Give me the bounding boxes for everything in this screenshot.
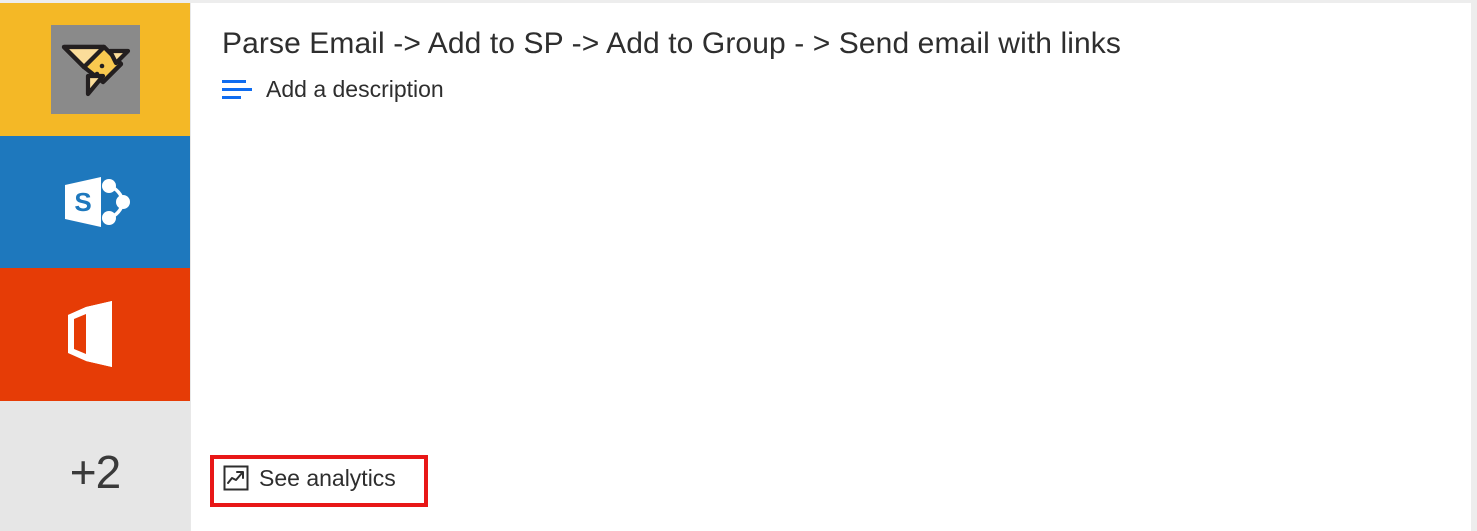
connector-tile-office365[interactable] [0, 268, 190, 401]
connector-strip: S +2 [0, 3, 191, 531]
see-analytics-label: See analytics [259, 464, 396, 491]
page-title: Parse Email -> Add to SP -> Add to Group… [222, 27, 1121, 60]
description-lines-icon [222, 78, 252, 100]
office-365-icon [68, 301, 112, 368]
flow-card[interactable]: S +2 Parse Email -> Add to SP -> Add to … [0, 0, 1477, 531]
add-description-label: Add a description [266, 75, 444, 102]
trending-chart-icon [223, 465, 249, 491]
flow-detail-panel: Parse Email -> Add to SP -> Add to Group… [191, 3, 1471, 531]
connector-more-count: +2 [69, 445, 121, 498]
sharepoint-icon: S [65, 176, 130, 227]
connector-tile-more[interactable]: +2 [0, 400, 190, 531]
origami-bird-icon [50, 24, 140, 114]
see-analytics-button[interactable]: See analytics [222, 464, 396, 492]
connector-tile-flow[interactable] [0, 3, 190, 136]
svg-text:S: S [74, 187, 91, 217]
connector-tile-sharepoint[interactable]: S [0, 135, 190, 268]
add-description-row[interactable]: Add a description [222, 75, 1471, 102]
